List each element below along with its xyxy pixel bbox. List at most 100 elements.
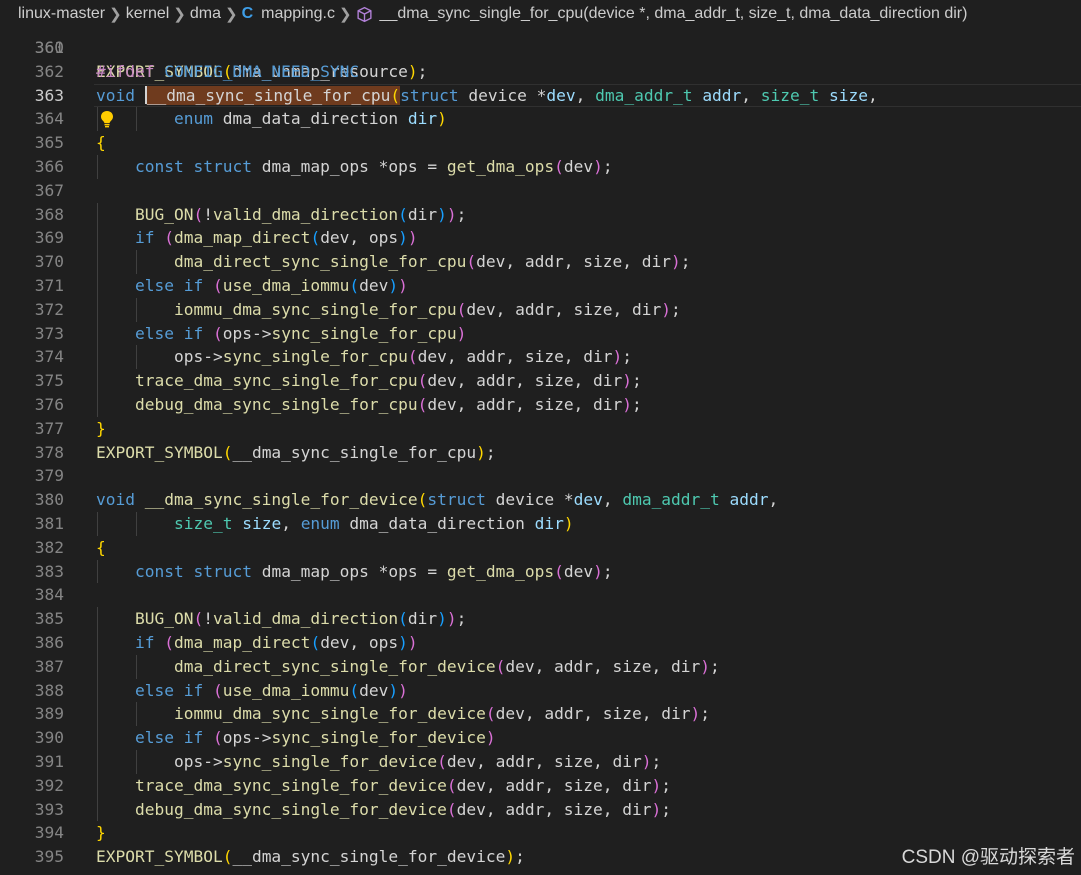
breadcrumb: linux-master ❯ kernel ❯ dma ❯ C mapping.… (0, 0, 1081, 28)
code-text: debug_dma_sync_single_for_device(dev, ad… (134, 799, 672, 819)
code-line-365[interactable]: 365 { (0, 131, 1081, 155)
code-line-392[interactable]: 392 trace_dma_sync_single_for_device(dev… (0, 773, 1081, 798)
code-line-384[interactable]: 384 (0, 583, 1081, 607)
line-number: 365 (34, 133, 64, 153)
code-line-386[interactable]: 386 if (dma_map_direct(dev, ops)) (0, 631, 1081, 655)
code-text: if (dma_map_direct(dev, ops)) (134, 228, 418, 248)
code-text: EXPORT_SYMBOL(__dma_sync_single_for_cpu)… (96, 442, 496, 462)
line-number: 361 (34, 38, 64, 57)
code-line-389[interactable]: 389 iommu_dma_sync_single_for_device(dev… (0, 702, 1081, 727)
code-line-385[interactable]: 385 BUG_ON(!valid_dma_direction(dir)); (0, 607, 1081, 631)
code-text: } (96, 418, 106, 438)
code-editor[interactable]: 360 EXPORT_SYMBOL(dma_unmap_resource); 3… (0, 26, 1081, 875)
code-text: void __dma_sync_single_for_device(struct… (96, 490, 779, 510)
line-number: 371 (34, 276, 64, 295)
code-line-378[interactable]: 378 EXPORT_SYMBOL(__dma_sync_single_for_c… (0, 441, 1081, 465)
chevron-right-icon: ❯ (225, 6, 238, 23)
code-text: { (96, 537, 106, 557)
watermark: CSDN @驱动探索者 (901, 847, 1075, 868)
code-line-376[interactable]: 376 debug_dma_sync_single_for_cpu(dev, a… (0, 393, 1081, 417)
code-text: } (96, 823, 106, 843)
c-language-file-icon: C (241, 5, 254, 22)
code-line-368[interactable]: 368 BUG_ON(!valid_dma_direction(dir)); (0, 202, 1081, 227)
code-line-367[interactable]: 367 (0, 179, 1081, 203)
code-text: trace_dma_sync_single_for_device(dev, ad… (134, 775, 672, 795)
code-line-373[interactable]: 373 else if (ops->sync_single_for_cpu) (0, 321, 1081, 346)
code-line-382[interactable]: 382 { (0, 536, 1081, 560)
code-text: size_t size, enum dma_data_direction dir… (173, 514, 574, 533)
line-number: 367 (34, 180, 64, 200)
line-number: 386 (34, 633, 64, 652)
code-text: ops->sync_single_for_cpu(dev, addr, size… (96, 347, 633, 367)
code-line-370[interactable]: 370 dma_direct_sync_single_for_cpu(dev, … (0, 250, 1081, 274)
code-text: else if (use_dma_iommu(dev)) (134, 680, 408, 700)
chevron-right-icon: ❯ (173, 6, 186, 23)
code-text: debug_dma_sync_single_for_cpu(dev, addr,… (134, 395, 642, 414)
code-line-381[interactable]: 381 size_t size, enum dma_data_direction… (0, 512, 1081, 536)
code-text: dma_direct_sync_single_for_cpu(dev, addr… (173, 252, 691, 272)
code-text: void __dma_sync_single_for_cpu(struct de… (96, 85, 878, 105)
code-text: BUG_ON(!valid_dma_direction(dir)); (134, 609, 467, 629)
line-number: 370 (34, 252, 64, 272)
code-text: ops->sync_single_for_device(dev, addr, s… (96, 752, 662, 771)
line-number: 372 (34, 299, 64, 319)
code-text: else if (ops->sync_single_for_device) (134, 728, 496, 748)
line-number: 363 (34, 85, 64, 105)
code-line-379[interactable]: 379 (0, 464, 1081, 488)
code-line-387[interactable]: 387 dma_direct_sync_single_for_device(de… (0, 654, 1081, 679)
line-number: 374 (34, 347, 64, 367)
line-number: 384 (34, 585, 64, 605)
code-line-372[interactable]: 372 iommu_dma_sync_single_for_cpu(dev, a… (0, 297, 1081, 322)
code-text: { (96, 133, 106, 153)
code-text: if (dma_map_direct(dev, ops)) (134, 633, 418, 652)
line-number: 388 (34, 680, 64, 700)
line-number: 382 (34, 537, 64, 557)
line-number: 395 (34, 847, 64, 867)
line-number: 368 (34, 204, 64, 224)
lightbulb-icon[interactable] (99, 110, 115, 128)
code-line-377[interactable]: 377} (0, 417, 1081, 441)
code-line-364[interactable]: 364 enum dma_data_direction dir) (0, 107, 1081, 132)
line-number: 381 (34, 514, 64, 533)
code-line-388[interactable]: 388 else if (use_dma_iommu(dev)) (0, 678, 1081, 703)
code-line-391[interactable]: 391 ops->sync_single_for_device(dev, add… (0, 750, 1081, 774)
code-line-371[interactable]: 371 else if (use_dma_iommu(dev)) (0, 274, 1081, 298)
code-line-363[interactable]: 363 void __dma_sync_single_for_cpu(struct… (0, 83, 1081, 108)
line-number: 366 (34, 157, 64, 176)
code-text: dma_direct_sync_single_for_device(dev, a… (173, 656, 720, 676)
code-line-390[interactable]: 390 else if (ops->sync_single_for_device… (0, 726, 1081, 750)
code-text: else if (use_dma_iommu(dev)) (134, 276, 408, 295)
line-number: 378 (34, 442, 64, 462)
breadcrumb-item-kernel[interactable]: kernel (126, 5, 170, 23)
line-number: 375 (34, 371, 64, 391)
line-number: 393 (34, 799, 64, 819)
code-text: trace_dma_sync_single_for_cpu(dev, addr,… (134, 371, 642, 391)
line-number: 369 (34, 228, 64, 248)
code-line-375[interactable]: 375 trace_dma_sync_single_for_cpu(dev, a… (0, 369, 1081, 393)
breadcrumb-item-dma[interactable]: dma (190, 5, 221, 23)
code-text: EXPORT_SYMBOL(__dma_sync_single_for_devi… (96, 847, 525, 867)
line-number: 362 (34, 61, 64, 81)
code-line-374[interactable]: 374 ops->sync_single_for_cpu(dev, addr, … (0, 345, 1081, 370)
breadcrumb-item-linux-master[interactable]: linux-master (18, 5, 105, 23)
code-line-361[interactable]: 361 (0, 36, 1081, 60)
code-line-362[interactable]: 362 #ifdef CONFIG_DMA_NEED_SYNC (0, 60, 1081, 84)
breadcrumb-item-file[interactable]: mapping.c (261, 5, 335, 23)
line-number: 394 (34, 823, 64, 843)
code-line-380[interactable]: 380 void __dma_sync_single_for_device(str… (0, 488, 1081, 512)
code-text: const struct dma_map_ops *ops = get_dma_… (134, 157, 613, 176)
code-text: iommu_dma_sync_single_for_cpu(dev, addr,… (173, 299, 681, 319)
line-number: 376 (34, 395, 64, 414)
code-line-393[interactable]: 393 debug_dma_sync_single_for_device(dev… (0, 797, 1081, 822)
code-text: BUG_ON(!valid_dma_direction(dir)); (134, 204, 467, 224)
code-text: else if (ops->sync_single_for_cpu) (134, 323, 467, 343)
code-text: iommu_dma_sync_single_for_device(dev, ad… (173, 704, 711, 724)
code-text: const struct dma_map_ops *ops = get_dma_… (134, 561, 613, 581)
line-number: 391 (34, 752, 64, 771)
code-line-383[interactable]: 383 const struct dma_map_ops *ops = get_… (0, 559, 1081, 584)
code-line-366[interactable]: 366 const struct dma_map_ops *ops = get_… (0, 155, 1081, 179)
breadcrumb-item-symbol[interactable]: __dma_sync_single_for_cpu(device *, dma_… (380, 5, 968, 23)
line-number: 392 (34, 775, 64, 795)
code-line-369[interactable]: 369 if (dma_map_direct(dev, ops)) (0, 226, 1081, 251)
code-text: #ifdef CONFIG_DMA_NEED_SYNC (96, 61, 360, 81)
